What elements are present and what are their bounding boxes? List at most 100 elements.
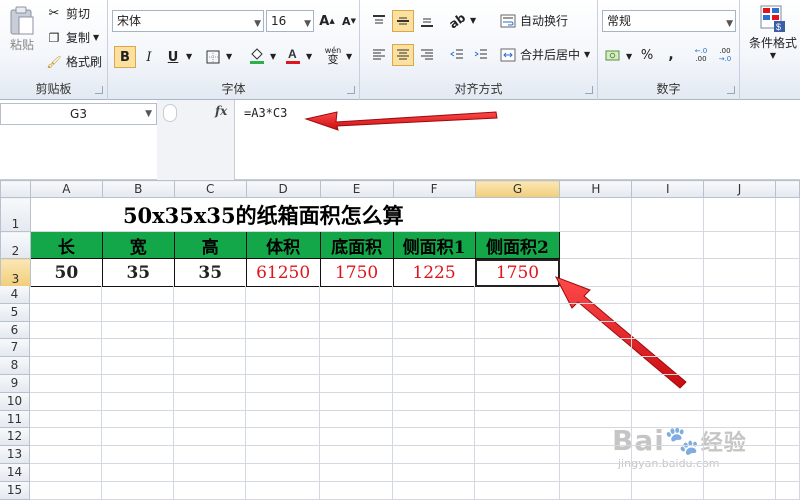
cell[interactable] xyxy=(174,286,246,304)
cell[interactable] xyxy=(560,303,632,322)
cell[interactable] xyxy=(475,339,560,358)
row-header[interactable]: 12 xyxy=(0,428,30,447)
cell[interactable] xyxy=(393,446,475,464)
cell[interactable] xyxy=(704,374,776,393)
cell[interactable] xyxy=(774,231,800,259)
sheet-title-cell[interactable]: 50x35x35的纸箱面积怎么算 xyxy=(29,197,561,232)
cell[interactable] xyxy=(246,303,320,322)
shrink-font-button[interactable]: A ▼ xyxy=(338,10,360,32)
cell[interactable] xyxy=(320,286,393,304)
cell[interactable] xyxy=(560,321,632,340)
cell[interactable] xyxy=(102,357,174,375)
cell[interactable] xyxy=(174,339,246,358)
column-header[interactable]: E xyxy=(319,180,394,198)
cell[interactable] xyxy=(30,410,102,429)
cell[interactable] xyxy=(632,463,704,482)
cell[interactable] xyxy=(320,410,393,429)
cell[interactable] xyxy=(776,321,800,340)
value-cell-base-area[interactable]: 1750 xyxy=(319,258,394,287)
decrease-indent-button[interactable] xyxy=(446,44,468,66)
cell[interactable] xyxy=(704,286,776,304)
cell[interactable] xyxy=(393,392,475,411)
cell[interactable] xyxy=(246,410,320,429)
chevron-down-icon[interactable]: ▼ xyxy=(186,52,192,61)
cell[interactable] xyxy=(776,374,800,393)
cell[interactable] xyxy=(475,428,560,447)
cell[interactable] xyxy=(30,463,102,482)
cell[interactable] xyxy=(174,392,246,411)
cell[interactable] xyxy=(703,258,776,287)
merge-center-button[interactable]: 合并后居中 ▼ xyxy=(500,46,590,63)
cell[interactable] xyxy=(320,481,393,500)
cell[interactable] xyxy=(102,321,174,340)
cell[interactable] xyxy=(475,374,560,393)
header-cell[interactable]: 高 xyxy=(173,231,247,259)
column-header[interactable]: D xyxy=(245,180,321,198)
fill-color-button[interactable] xyxy=(246,44,268,66)
cell[interactable] xyxy=(632,410,704,429)
row-header[interactable]: 8 xyxy=(0,357,30,375)
cell[interactable] xyxy=(632,446,704,464)
cell[interactable] xyxy=(631,197,705,232)
cell[interactable] xyxy=(102,410,174,429)
column-header[interactable]: F xyxy=(392,180,476,198)
cell[interactable] xyxy=(393,374,475,393)
comma-button[interactable]: , xyxy=(660,44,682,66)
clipboard-launcher[interactable] xyxy=(95,86,103,94)
cell[interactable] xyxy=(559,258,633,287)
cell[interactable] xyxy=(475,463,560,482)
cell[interactable] xyxy=(174,321,246,340)
cell[interactable] xyxy=(102,303,174,322)
cell[interactable] xyxy=(320,463,393,482)
cell[interactable] xyxy=(560,357,632,375)
italic-button[interactable]: I xyxy=(138,46,160,68)
cell[interactable] xyxy=(475,321,560,340)
font-launcher[interactable] xyxy=(347,86,355,94)
row-header[interactable]: 13 xyxy=(0,446,30,464)
cell[interactable] xyxy=(174,428,246,447)
cell[interactable] xyxy=(632,392,704,411)
header-cell[interactable]: 宽 xyxy=(101,231,175,259)
row-header[interactable]: 2 xyxy=(0,231,31,259)
cell[interactable] xyxy=(704,321,776,340)
cell[interactable] xyxy=(174,303,246,322)
row-header[interactable]: 9 xyxy=(0,374,30,393)
column-header[interactable]: H xyxy=(559,180,633,198)
cell[interactable] xyxy=(631,258,705,287)
format-painter-button[interactable]: 🖌 格式刷 xyxy=(46,53,102,70)
cell[interactable] xyxy=(30,392,102,411)
font-name-select[interactable]: 宋体 ▼ xyxy=(112,10,264,32)
chevron-down-icon[interactable]: ▼ xyxy=(470,16,476,25)
cell[interactable] xyxy=(774,197,800,232)
cell[interactable] xyxy=(632,321,704,340)
font-size-select[interactable]: 16 ▼ xyxy=(266,10,314,32)
copy-button[interactable]: ❐ 复制 ▼ xyxy=(46,29,100,46)
cell[interactable] xyxy=(560,374,632,393)
chevron-down-icon[interactable]: ▼ xyxy=(306,52,312,61)
currency-button[interactable] xyxy=(602,44,624,66)
cell[interactable] xyxy=(632,339,704,358)
cell[interactable] xyxy=(102,374,174,393)
cell[interactable] xyxy=(30,303,102,322)
cell[interactable] xyxy=(632,286,704,304)
cell[interactable] xyxy=(703,231,776,259)
cell[interactable] xyxy=(30,428,102,447)
bold-button[interactable]: B xyxy=(114,46,136,68)
cell[interactable] xyxy=(704,339,776,358)
value-cell-width[interactable]: 35 xyxy=(101,258,175,287)
column-header[interactable]: J xyxy=(703,180,776,198)
row-header[interactable]: 4 xyxy=(0,286,30,304)
value-cell-side-area-1[interactable]: 1225 xyxy=(392,258,476,287)
value-cell-length[interactable]: 50 xyxy=(29,258,103,287)
cell[interactable] xyxy=(174,446,246,464)
cell[interactable] xyxy=(776,463,800,482)
cell[interactable] xyxy=(475,481,560,500)
cell[interactable] xyxy=(320,321,393,340)
chevron-down-icon[interactable]: ▼ xyxy=(584,50,590,59)
cell[interactable] xyxy=(174,374,246,393)
cell[interactable] xyxy=(320,339,393,358)
phonetic-button[interactable]: wén 变 xyxy=(322,44,344,66)
cell[interactable] xyxy=(320,428,393,447)
cell[interactable] xyxy=(776,392,800,411)
select-all-corner[interactable] xyxy=(0,180,31,198)
